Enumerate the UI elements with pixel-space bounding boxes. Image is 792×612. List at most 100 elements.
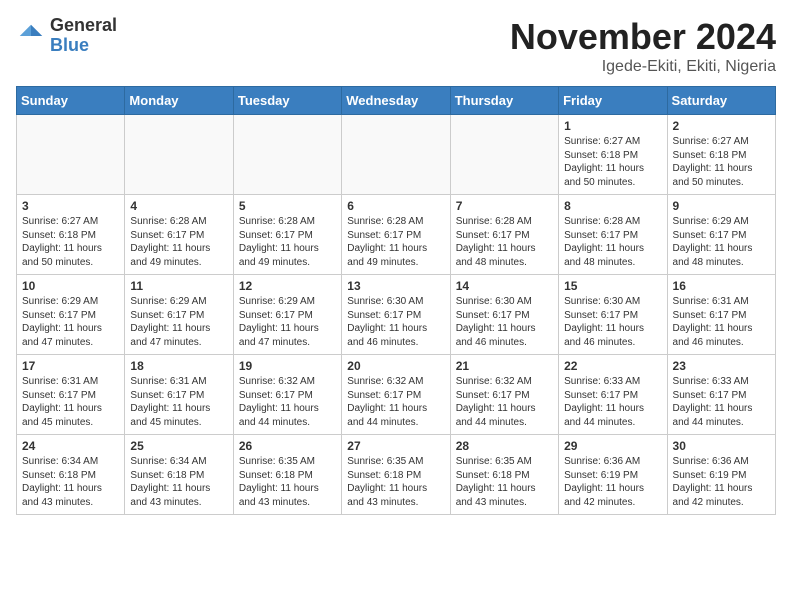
day-number: 9 (673, 199, 770, 213)
day-cell: 5 Sunrise: 6:28 AM Sunset: 6:17 PM Daylig… (233, 195, 341, 275)
day-info: Sunrise: 6:32 AM Sunset: 6:17 PM Dayligh… (347, 375, 444, 429)
day-cell: 17 Sunrise: 6:31 AM Sunset: 6:17 PM Dayli… (17, 355, 125, 435)
day-cell: 7 Sunrise: 6:28 AM Sunset: 6:17 PM Daylig… (450, 195, 558, 275)
day-cell: 19Sunrise: 6:32 AM Sunset: 6:17 PM Dayli… (233, 355, 341, 435)
day-number: 16 (673, 279, 770, 293)
week-row-5: 24 Sunrise: 6:34 AM Sunset: 6:18 PM Dayli… (17, 435, 776, 515)
day-cell: 24 Sunrise: 6:34 AM Sunset: 6:18 PM Dayli… (17, 435, 125, 515)
day-number: 26 (239, 439, 336, 453)
day-cell: 21Sunrise: 6:32 AM Sunset: 6:17 PM Dayli… (450, 355, 558, 435)
day-info: Sunrise: 6:31 AM Sunset: 6:17 PM Dayligh… (22, 375, 119, 429)
day-cell (233, 115, 341, 195)
day-number: 24 (22, 439, 119, 453)
day-number: 12 (239, 279, 336, 293)
week-row-2: 3Sunrise: 6:27 AM Sunset: 6:18 PM Daylig… (17, 195, 776, 275)
day-cell: 13 Sunrise: 6:30 AM Sunset: 6:17 PM Dayli… (342, 275, 450, 355)
day-info: Sunrise: 6:27 AM Sunset: 6:18 PM Dayligh… (564, 135, 661, 189)
day-cell (342, 115, 450, 195)
day-number: 1 (564, 119, 661, 133)
day-number: 23 (673, 359, 770, 373)
day-cell: 12 Sunrise: 6:29 AM Sunset: 6:17 PM Dayli… (233, 275, 341, 355)
week-row-4: 17 Sunrise: 6:31 AM Sunset: 6:17 PM Dayli… (17, 355, 776, 435)
day-cell: 22 Sunrise: 6:33 AM Sunset: 6:17 PM Dayli… (559, 355, 667, 435)
weekday-header-thursday: Thursday (450, 87, 558, 115)
day-cell: 2 Sunrise: 6:27 AM Sunset: 6:18 PM Daylig… (667, 115, 775, 195)
day-info: Sunrise: 6:29 AM Sunset: 6:17 PM Dayligh… (239, 295, 336, 349)
day-info: Sunrise: 6:28 AM Sunset: 6:17 PM Dayligh… (347, 215, 444, 269)
day-info: Sunrise: 6:35 AM Sunset: 6:18 PM Dayligh… (239, 455, 336, 509)
day-cell: 23Sunrise: 6:33 AM Sunset: 6:17 PM Dayli… (667, 355, 775, 435)
day-number: 5 (239, 199, 336, 213)
day-number: 4 (130, 199, 227, 213)
day-number: 2 (673, 119, 770, 133)
day-cell: 18Sunrise: 6:31 AM Sunset: 6:17 PM Dayli… (125, 355, 233, 435)
day-info: Sunrise: 6:34 AM Sunset: 6:18 PM Dayligh… (130, 455, 227, 509)
day-cell: 3Sunrise: 6:27 AM Sunset: 6:18 PM Daylig… (17, 195, 125, 275)
day-cell (17, 115, 125, 195)
logo-blue-label: Blue (50, 36, 117, 56)
day-number: 30 (673, 439, 770, 453)
day-info: Sunrise: 6:28 AM Sunset: 6:17 PM Dayligh… (130, 215, 227, 269)
day-info: Sunrise: 6:32 AM Sunset: 6:17 PM Dayligh… (456, 375, 553, 429)
day-cell: 20 Sunrise: 6:32 AM Sunset: 6:17 PM Dayli… (342, 355, 450, 435)
calendar-table: SundayMondayTuesdayWednesdayThursdayFrid… (16, 86, 776, 515)
day-number: 13 (347, 279, 444, 293)
weekday-header-sunday: Sunday (17, 87, 125, 115)
logo-general-label: General (50, 16, 117, 36)
day-info: Sunrise: 6:28 AM Sunset: 6:17 PM Dayligh… (456, 215, 553, 269)
day-number: 6 (347, 199, 444, 213)
weekday-header-tuesday: Tuesday (233, 87, 341, 115)
page-header: General Blue November 2024 Igede-Ekiti, … (16, 16, 776, 76)
day-cell: 4 Sunrise: 6:28 AM Sunset: 6:17 PM Daylig… (125, 195, 233, 275)
day-info: Sunrise: 6:34 AM Sunset: 6:18 PM Dayligh… (22, 455, 119, 509)
day-number: 7 (456, 199, 553, 213)
day-number: 15 (564, 279, 661, 293)
day-cell: 14 Sunrise: 6:30 AM Sunset: 6:17 PM Dayli… (450, 275, 558, 355)
day-info: Sunrise: 6:31 AM Sunset: 6:17 PM Dayligh… (673, 295, 770, 349)
week-row-1: 1 Sunrise: 6:27 AM Sunset: 6:18 PM Daylig… (17, 115, 776, 195)
day-info: Sunrise: 6:35 AM Sunset: 6:18 PM Dayligh… (456, 455, 553, 509)
day-info: Sunrise: 6:36 AM Sunset: 6:19 PM Dayligh… (564, 455, 661, 509)
day-cell: 8 Sunrise: 6:28 AM Sunset: 6:17 PM Daylig… (559, 195, 667, 275)
day-cell: 26 Sunrise: 6:35 AM Sunset: 6:18 PM Dayli… (233, 435, 341, 515)
week-row-3: 10 Sunrise: 6:29 AM Sunset: 6:17 PM Dayli… (17, 275, 776, 355)
day-number: 14 (456, 279, 553, 293)
logo-icon (16, 21, 46, 51)
day-cell: 1 Sunrise: 6:27 AM Sunset: 6:18 PM Daylig… (559, 115, 667, 195)
weekday-header-row: SundayMondayTuesdayWednesdayThursdayFrid… (17, 87, 776, 115)
day-cell: 16 Sunrise: 6:31 AM Sunset: 6:17 PM Dayli… (667, 275, 775, 355)
day-info: Sunrise: 6:29 AM Sunset: 6:17 PM Dayligh… (673, 215, 770, 269)
day-cell: 6 Sunrise: 6:28 AM Sunset: 6:17 PM Daylig… (342, 195, 450, 275)
day-info: Sunrise: 6:30 AM Sunset: 6:17 PM Dayligh… (456, 295, 553, 349)
title-block: November 2024 Igede-Ekiti, Ekiti, Nigeri… (510, 16, 776, 76)
day-number: 25 (130, 439, 227, 453)
day-info: Sunrise: 6:29 AM Sunset: 6:17 PM Dayligh… (22, 295, 119, 349)
day-number: 11 (130, 279, 227, 293)
day-cell: 27Sunrise: 6:35 AM Sunset: 6:18 PM Dayli… (342, 435, 450, 515)
day-number: 20 (347, 359, 444, 373)
day-cell: 28 Sunrise: 6:35 AM Sunset: 6:18 PM Dayli… (450, 435, 558, 515)
day-info: Sunrise: 6:28 AM Sunset: 6:17 PM Dayligh… (564, 215, 661, 269)
day-number: 8 (564, 199, 661, 213)
day-info: Sunrise: 6:27 AM Sunset: 6:18 PM Dayligh… (22, 215, 119, 269)
day-info: Sunrise: 6:30 AM Sunset: 6:17 PM Dayligh… (347, 295, 444, 349)
day-cell: 29 Sunrise: 6:36 AM Sunset: 6:19 PM Dayli… (559, 435, 667, 515)
weekday-header-friday: Friday (559, 87, 667, 115)
day-number: 28 (456, 439, 553, 453)
logo-text: General Blue (50, 16, 117, 56)
day-cell: 15 Sunrise: 6:30 AM Sunset: 6:17 PM Dayli… (559, 275, 667, 355)
weekday-header-monday: Monday (125, 87, 233, 115)
weekday-header-wednesday: Wednesday (342, 87, 450, 115)
day-number: 19 (239, 359, 336, 373)
day-info: Sunrise: 6:28 AM Sunset: 6:17 PM Dayligh… (239, 215, 336, 269)
day-number: 17 (22, 359, 119, 373)
day-cell: 25 Sunrise: 6:34 AM Sunset: 6:18 PM Dayli… (125, 435, 233, 515)
day-info: Sunrise: 6:35 AM Sunset: 6:18 PM Dayligh… (347, 455, 444, 509)
day-info: Sunrise: 6:27 AM Sunset: 6:18 PM Dayligh… (673, 135, 770, 189)
day-number: 22 (564, 359, 661, 373)
day-info: Sunrise: 6:30 AM Sunset: 6:17 PM Dayligh… (564, 295, 661, 349)
day-info: Sunrise: 6:33 AM Sunset: 6:17 PM Dayligh… (564, 375, 661, 429)
logo: General Blue (16, 16, 117, 56)
day-number: 29 (564, 439, 661, 453)
day-number: 10 (22, 279, 119, 293)
